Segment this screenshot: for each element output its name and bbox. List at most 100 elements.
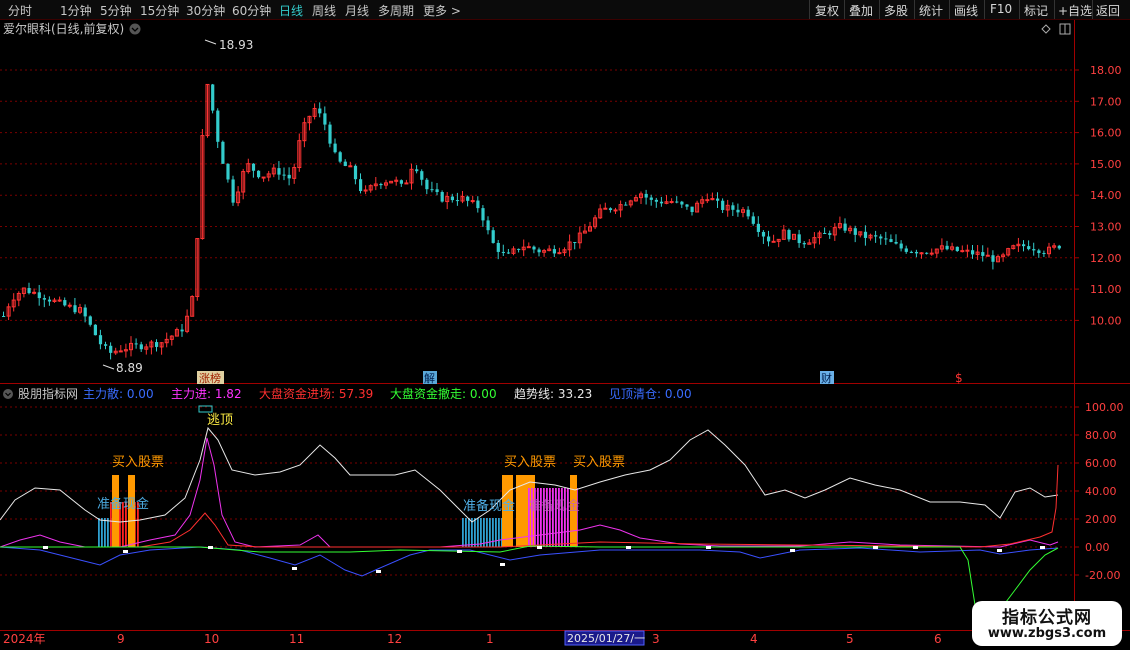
low-price-marker: 8.89 xyxy=(102,361,143,375)
period-tab-timeshare[interactable]: 分时 xyxy=(8,2,32,19)
main-force-bar xyxy=(558,488,560,547)
candle-body xyxy=(716,198,720,201)
period-tab-weekly[interactable]: 周线 xyxy=(312,2,336,19)
candle-body xyxy=(155,342,159,347)
signal-dash-marker xyxy=(873,546,878,549)
candle-body xyxy=(904,248,908,252)
candle-body xyxy=(874,235,878,237)
watermark-title: 指标公式网 xyxy=(1002,608,1092,628)
period-tab-monthly[interactable]: 月线 xyxy=(345,2,369,19)
candle-body xyxy=(608,208,613,211)
candle-body xyxy=(1027,246,1031,250)
candle-body xyxy=(277,168,281,175)
back-button[interactable]: 返回 xyxy=(1096,2,1120,19)
candle-body xyxy=(863,231,868,238)
main-force-bar xyxy=(528,488,530,547)
badge-cai[interactable]: 财 xyxy=(820,371,834,385)
indicator-legend-item: 大盘资金进场: 57.39 xyxy=(259,386,373,401)
chevron-down-icon[interactable] xyxy=(129,23,141,35)
prepare-cash-bar xyxy=(462,518,464,547)
period-toolbar: 分时 1分钟 5分钟 15分钟 30分钟 60分钟 日线 周线 月线 多周期 更… xyxy=(0,0,1130,20)
period-tab-more[interactable]: 更多 > xyxy=(423,2,461,19)
period-tab-60min[interactable]: 60分钟 xyxy=(232,2,271,19)
candle-body xyxy=(226,163,230,180)
time-axis: 2024年 9 10 11 12 1 2025/01/27/一 3 4 5 6 xyxy=(3,630,942,646)
candle-body xyxy=(93,324,97,336)
stock-chart-canvas[interactable]: 爱尔眼科(日线,前复权) 18.0017.0016.0015.0014.0013… xyxy=(0,20,1130,650)
signal-dash-marker xyxy=(43,546,48,549)
candle-body xyxy=(435,189,439,193)
stock-title: 爱尔眼科(日线,前复权) xyxy=(3,21,124,36)
candle-body xyxy=(965,249,970,252)
candle-body xyxy=(914,251,919,254)
badge-dollar[interactable]: $ xyxy=(955,371,963,385)
prepare-cash-label-1: 准备现金 xyxy=(97,496,149,512)
candle-body xyxy=(675,201,679,203)
diamond-icon[interactable] xyxy=(1041,24,1051,34)
toolbar-divider xyxy=(1054,0,1055,19)
prepare-cash-label-2: 准备现金 xyxy=(463,498,515,514)
main-force-bar xyxy=(546,488,548,547)
high-price-marker: 18.93 xyxy=(204,38,253,52)
candle-body xyxy=(557,252,562,255)
period-tab-1min[interactable]: 1分钟 xyxy=(60,2,92,19)
top-signal-label: 逃顶 xyxy=(207,413,233,428)
price-tick-label: 14.00 xyxy=(1090,189,1122,202)
mark-button[interactable]: 标记 xyxy=(1024,2,1048,19)
candle-body xyxy=(603,207,608,210)
period-tab-multi[interactable]: 多周期 xyxy=(378,2,414,19)
main-force-bar xyxy=(567,488,569,547)
signal-dash-marker xyxy=(626,546,631,549)
overlay-button[interactable]: 叠加 xyxy=(849,2,873,19)
candle-body xyxy=(359,179,363,192)
candle-body xyxy=(450,196,454,201)
candle-body xyxy=(771,240,776,243)
candle-body xyxy=(491,230,495,243)
draw-line-button[interactable]: 画线 xyxy=(954,2,978,19)
candle-body xyxy=(756,223,760,232)
candle-body xyxy=(985,254,990,257)
candle-body xyxy=(231,179,235,203)
toolbar-divider xyxy=(1092,0,1093,19)
settings-gear-icon[interactable] xyxy=(3,389,13,399)
period-tab-5min[interactable]: 5分钟 xyxy=(100,2,132,19)
candle-body xyxy=(761,231,766,237)
candle-body xyxy=(767,236,771,242)
add-watchlist-button[interactable]: +自选 xyxy=(1058,2,1092,19)
candle-body xyxy=(27,288,31,294)
candle-body xyxy=(1037,250,1041,254)
svg-text:财: 财 xyxy=(821,371,832,385)
prepare-cash-bar xyxy=(98,518,100,547)
candle-body xyxy=(287,174,291,179)
candle-body xyxy=(705,199,710,202)
panel-toggle-icon[interactable] xyxy=(1059,23,1071,35)
fuquan-button[interactable]: 复权 xyxy=(815,2,839,19)
candle-body xyxy=(88,316,92,325)
period-tab-30min[interactable]: 30分钟 xyxy=(186,2,225,19)
candle-body xyxy=(282,174,286,176)
price-tick-label: 10.00 xyxy=(1090,314,1122,327)
signal-dash-marker xyxy=(790,549,795,552)
period-tab-daily[interactable]: 日线 xyxy=(279,2,303,19)
prepare-cash-bar xyxy=(477,518,479,547)
signal-dash-marker xyxy=(208,546,213,549)
candle-body xyxy=(415,169,419,172)
candle-body xyxy=(348,165,353,168)
badge-zhangbang[interactable]: 涨榜 xyxy=(197,371,224,385)
signal-dash-marker xyxy=(1040,546,1045,549)
candle-body xyxy=(828,233,832,235)
statistics-button[interactable]: 统计 xyxy=(919,2,943,19)
toolbar-divider xyxy=(809,0,810,19)
prepare-cash-bar xyxy=(492,518,494,547)
badge-jie[interactable]: 解 xyxy=(423,371,437,385)
svg-text:$: $ xyxy=(955,371,963,385)
candle-body xyxy=(669,201,674,204)
candle-body xyxy=(216,110,220,142)
indicator-name[interactable]: 股朋指标网 xyxy=(18,386,78,401)
indicator-tick-label: 40.00 xyxy=(1085,485,1117,498)
candle-body xyxy=(420,171,424,180)
period-tab-15min[interactable]: 15分钟 xyxy=(140,2,179,19)
multi-stock-button[interactable]: 多股 xyxy=(884,2,908,19)
candle-body xyxy=(680,201,684,205)
f10-button[interactable]: F10 xyxy=(990,2,1012,16)
